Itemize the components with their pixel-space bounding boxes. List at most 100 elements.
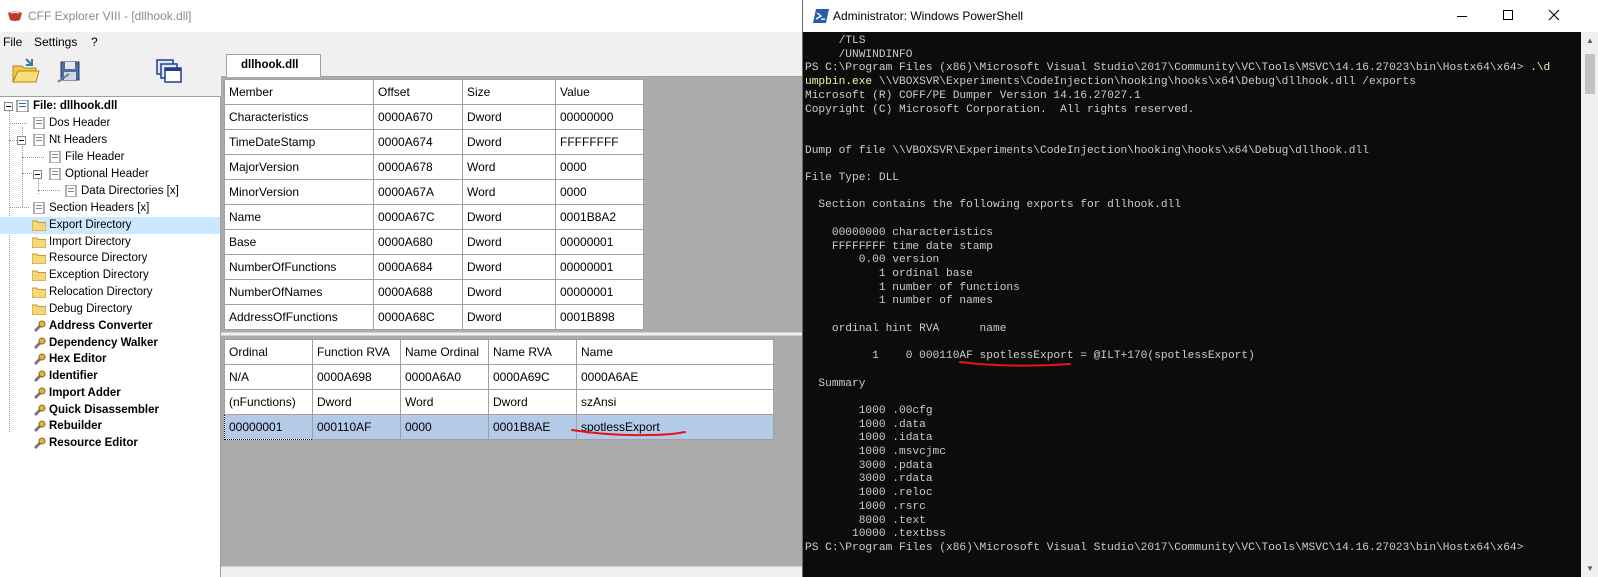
minimize-icon[interactable] — [1439, 0, 1485, 32]
table-cell[interactable]: 0000 — [555, 179, 644, 205]
tree-item-file[interactable]: File: dllhook.dll — [0, 98, 220, 115]
table-cell: 0000A670 — [373, 104, 463, 130]
splitter[interactable] — [221, 332, 802, 336]
maximize-icon[interactable] — [1485, 0, 1531, 32]
close-icon[interactable] — [1531, 0, 1577, 32]
open-file-icon[interactable] — [10, 56, 40, 86]
table-cell[interactable]: 00000000 — [555, 104, 644, 130]
console-line: 10000 .textbss — [805, 528, 946, 541]
tree-item-address-converter[interactable]: Address Converter — [0, 318, 220, 335]
table-row-selected[interactable]: 00000001 000110AF 0000 0001B8AE spotlessExpo… — [224, 414, 774, 440]
table-cell[interactable]: 0000 — [400, 414, 489, 440]
save-icon[interactable] — [55, 56, 85, 86]
console-line: Dump of file \\VBOXSVR\Experiments\CodeI… — [805, 144, 1369, 157]
column-header[interactable]: Name RVA — [488, 339, 577, 365]
table-cell[interactable]: 000110AF — [312, 414, 401, 440]
table-cell[interactable]: 00000001 — [555, 229, 644, 255]
column-header[interactable]: Offset — [373, 79, 463, 105]
table-row[interactable]: AddressOfFunctions 0000A68C Dword 0001B898 — [224, 304, 644, 330]
tool-icon — [34, 353, 46, 365]
table-cell[interactable]: 0001B8A2 — [555, 204, 644, 230]
column-header[interactable]: Function RVA — [312, 339, 401, 365]
console-output[interactable]: /TLS /UNWINDINFO PS C:\Program Files (x86… — [803, 32, 1581, 577]
scroll-up-icon[interactable]: ▲ — [1581, 32, 1598, 49]
column-header[interactable]: Ordinal — [224, 339, 313, 365]
red-underline-annotation — [959, 361, 1071, 367]
tree-item-import-adder[interactable]: Import Adder — [0, 385, 220, 402]
column-header[interactable]: Name Ordinal — [400, 339, 489, 365]
toolbar — [0, 52, 220, 94]
table-cell[interactable]: FFFFFFFF — [555, 129, 644, 155]
tree-item-resource-directory[interactable]: Resource Directory — [0, 250, 220, 267]
table-row[interactable]: TimeDateStamp 0000A674 Dword FFFFFFFF — [224, 129, 644, 155]
console-line: 1000 .data — [805, 418, 926, 431]
ps-vertical-scrollbar[interactable]: ▲ ▼ — [1581, 32, 1598, 577]
tree-item-section-headers[interactable]: Section Headers [x] — [0, 200, 220, 217]
table-row[interactable]: MinorVersion 0000A67A Word 0000 — [224, 179, 644, 205]
console-line: 1000 .idata — [805, 432, 933, 445]
table-cell[interactable]: 0001B898 — [555, 304, 644, 330]
menu-settings[interactable]: Settings — [34, 35, 77, 49]
table-cell[interactable]: 00000001 — [555, 279, 644, 305]
tree-item-data-directories[interactable]: Data Directories [x] — [0, 183, 220, 200]
tree-item-file-header[interactable]: File Header — [0, 149, 220, 166]
console-line: Summary — [805, 377, 866, 390]
console-line: Microsoft (R) COFF/PE Dumper Version 14.… — [805, 89, 1141, 102]
table-cell: 0000A69C — [488, 364, 577, 390]
folder-icon — [32, 253, 46, 264]
tool-icon — [34, 437, 46, 449]
column-header[interactable]: Member — [224, 79, 374, 105]
tree-item-import-directory[interactable]: Import Directory — [0, 234, 220, 251]
page-icon — [49, 168, 61, 180]
table-row[interactable]: (nFunctions) Dword Word Dword szAnsi — [224, 389, 774, 415]
table-cell: 0000A68C — [373, 304, 463, 330]
folder-icon — [32, 304, 46, 315]
table-cell: Dword — [462, 279, 556, 305]
tree-item-rebuilder[interactable]: Rebuilder — [0, 418, 220, 435]
tree-item-debug-directory[interactable]: Debug Directory — [0, 301, 220, 318]
table-cell[interactable]: 0001B8AE — [488, 414, 577, 440]
tree-item-exception-directory[interactable]: Exception Directory — [0, 267, 220, 284]
scroll-thumb[interactable] — [1585, 54, 1595, 94]
column-header[interactable]: Size — [462, 79, 556, 105]
tree-item-dos-header[interactable]: Dos Header — [0, 115, 220, 132]
tool-icon — [34, 420, 46, 432]
table-cell: Dword — [462, 104, 556, 130]
horizontal-scrollbar[interactable] — [221, 566, 802, 577]
table-row[interactable]: Base 0000A680 Dword 00000001 — [224, 229, 644, 255]
tree-item-quick-disassembler[interactable]: Quick Disassembler — [0, 402, 220, 419]
tree-item-export-directory[interactable]: Export Directory — [0, 217, 220, 234]
table-cell: Dword — [488, 389, 577, 415]
table-cell[interactable]: 00000001 — [224, 414, 313, 440]
page-icon — [65, 185, 77, 197]
table-cell: szAnsi — [576, 389, 774, 415]
table-row[interactable]: MajorVersion 0000A678 Word 0000 — [224, 154, 644, 180]
tree-item-identifier[interactable]: Identifier — [0, 368, 220, 385]
column-header[interactable]: Name — [576, 339, 774, 365]
table-row[interactable]: NumberOfNames 0000A688 Dword 00000001 — [224, 279, 644, 305]
tree-item-dependency-walker[interactable]: Dependency Walker — [0, 335, 220, 352]
table-cell[interactable]: 00000001 — [555, 254, 644, 280]
tree-item-nt-headers[interactable]: Nt Headers — [0, 132, 220, 149]
menu-help[interactable]: ? — [91, 35, 98, 49]
menu-file[interactable]: File — [3, 35, 22, 49]
table-cell: Word — [462, 154, 556, 180]
tree-item-hex-editor[interactable]: Hex Editor — [0, 351, 220, 368]
tree-item-relocation-directory[interactable]: Relocation Directory — [0, 284, 220, 301]
table-header-row: Member Offset Size Value — [224, 79, 644, 105]
scroll-down-icon[interactable]: ▼ — [1581, 560, 1598, 577]
tree-item-resource-editor[interactable]: Resource Editor — [0, 435, 220, 452]
table-row[interactable]: NumberOfFunctions 0000A684 Dword 00000001 — [224, 254, 644, 280]
red-underline-annotation — [571, 429, 686, 437]
table-cell: Dword — [462, 229, 556, 255]
table-row[interactable]: Name 0000A67C Dword 0001B8A2 — [224, 204, 644, 230]
table-cell[interactable]: 0000 — [555, 154, 644, 180]
table-cell: N/A — [224, 364, 313, 390]
column-header[interactable]: Value — [555, 79, 644, 105]
tree-item-optional-header[interactable]: Optional Header — [0, 166, 220, 183]
table-row[interactable]: N/A 0000A698 0000A6A0 0000A69C 0000A6AE — [224, 364, 774, 390]
navigation-tree: File: dllhook.dll Dos Header Nt Headers … — [0, 96, 221, 577]
tab-dllhook[interactable]: dllhook.dll — [226, 54, 321, 77]
windows-icon[interactable] — [153, 56, 183, 86]
table-row[interactable]: Characteristics 0000A670 Dword 00000000 — [224, 104, 644, 130]
